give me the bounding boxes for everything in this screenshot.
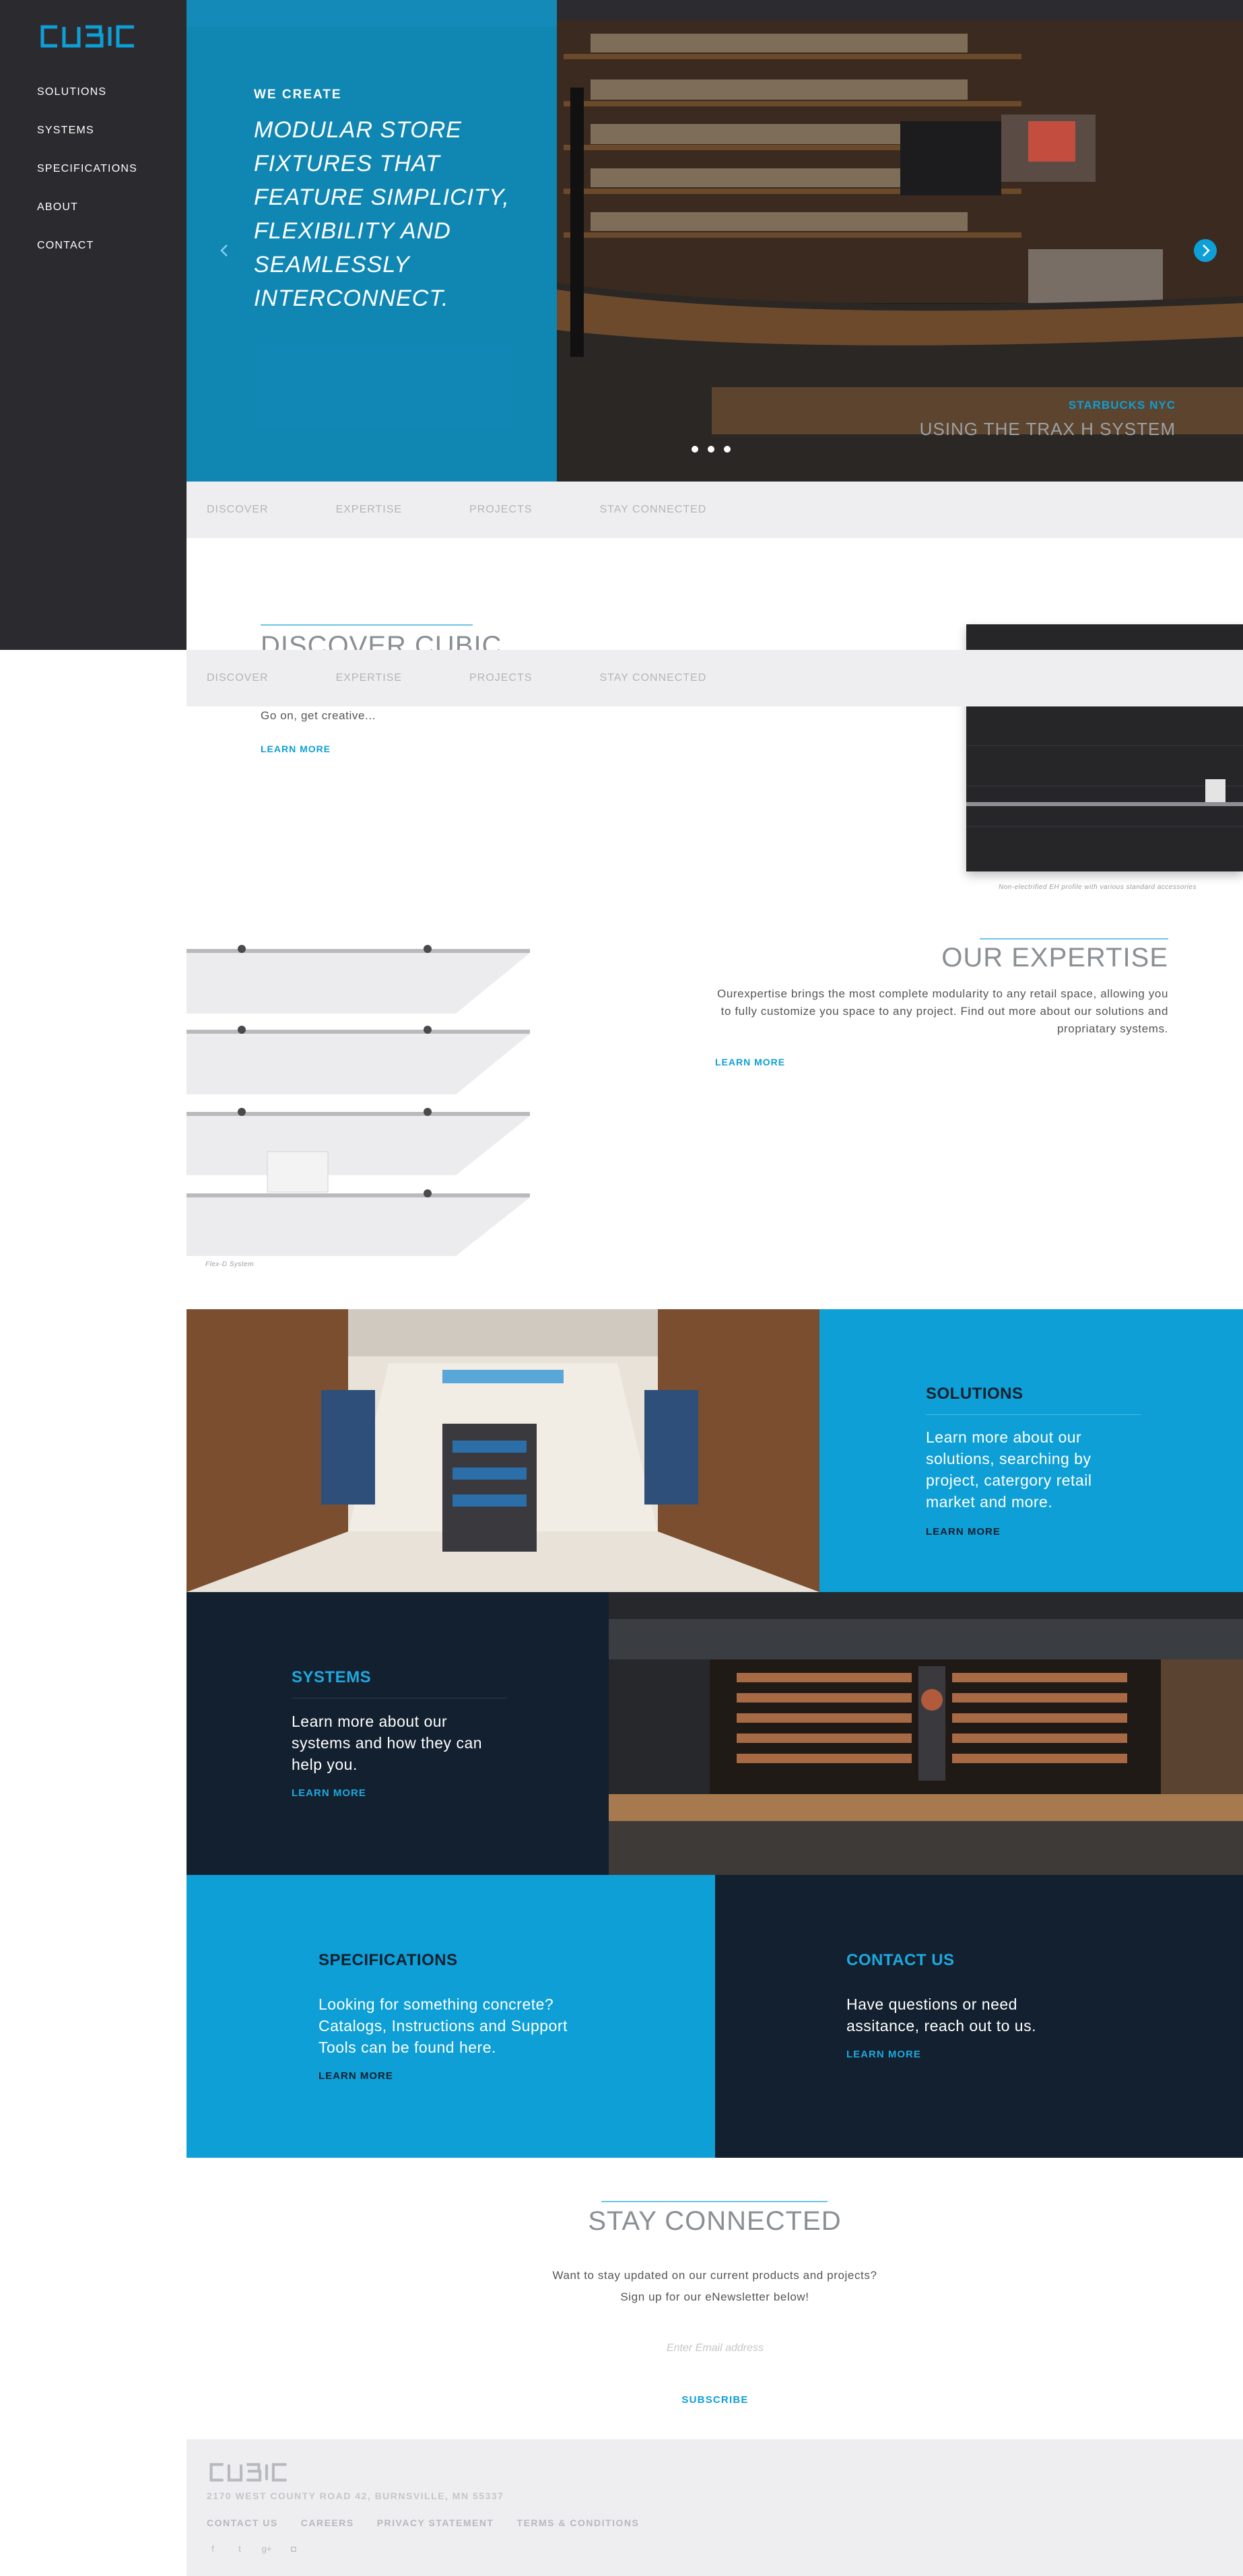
expertise-photo-caption: Flex-D System [205,1261,255,1268]
systems-title: SYSTEMS [292,1668,372,1686]
expertise-learn-more-link[interactable]: LEARN MORE [715,1057,785,1067]
newsletter-email-input[interactable] [570,2332,860,2365]
slider-dot[interactable] [724,446,731,453]
slider-dot[interactable] [692,446,698,453]
instagram-icon[interactable]: ◘ [288,2542,300,2554]
contact-body: Have questions or need assitance, reach … [846,1995,1036,2035]
specifications-body: Looking for something concrete? Catalogs… [318,1995,568,2056]
expertise-shelves-photo [187,939,530,1263]
nav-item-solutions[interactable]: SOLUTIONS [37,86,137,125]
solutions-tile[interactable]: SOLUTIONS Learn more about our solutions… [819,1309,1243,1592]
contact-learn-more-link[interactable]: LEARN MORE [846,2049,921,2060]
footer-link-privacy-statement[interactable]: PRIVACY STATEMENT [377,2517,494,2528]
contact-title: CONTACT US [846,1951,955,1969]
solutions-learn-more-link[interactable]: LEARN MORE [926,1526,1001,1538]
specifications-title: SPECIFICATIONS [318,1951,458,1969]
sticky-nav-projects[interactable]: PROJECTS [469,672,532,684]
hero-caption-title: STARBUCKS NYC [1068,399,1176,411]
stay-connected-title: STAY CONNECTED [588,2206,842,2236]
sticky-nav-discover[interactable]: DISCOVER [207,672,269,684]
main-nav: SOLUTIONS SYSTEMS SPECIFICATIONS ABOUT C… [37,86,137,278]
discover-body: Go on, get creative... [261,709,376,722]
systems-store-photo [609,1592,1243,1875]
expertise-body: Ourexpertise brings the most complete mo… [717,987,1168,1035]
footer-address: 2170 WEST COUNTY ROAD 42, BURNSVILLE, MN… [207,2490,504,2501]
twitter-icon[interactable]: t [234,2542,246,2554]
cubic-logo[interactable] [37,23,152,50]
discover-learn-more-link[interactable]: LEARN MORE [261,744,331,754]
sticky-section-nav: DISCOVER EXPERTISE PROJECTS STAY CONNECT… [187,650,1243,706]
section-nav: DISCOVER EXPERTISE PROJECTS STAY CONNECT… [187,482,1243,538]
slider-next-button[interactable] [1194,239,1217,262]
nav-item-about[interactable]: ABOUT [37,201,137,240]
slider-prev-button[interactable] [213,239,236,262]
solutions-store-photo [187,1309,819,1592]
systems-learn-more-link[interactable]: LEARN MORE [292,1787,366,1799]
nav-item-specifications[interactable]: SPECIFICATIONS [37,163,137,201]
footer-links: CONTACT US CAREERS PRIVACY STATEMENT TER… [207,2517,639,2528]
sticky-nav-stay-connected[interactable]: STAY CONNECTED [599,672,706,684]
footer-cubic-logo[interactable] [207,2461,301,2484]
hero-title: MODULAR STORE FIXTURES THAT FEATURE SIMP… [254,117,510,311]
nav-item-contact[interactable]: CONTACT [37,240,137,278]
hero-caption-subtitle: USING THE TRAX H SYSTEM [919,419,1176,439]
slider-dots [692,446,731,453]
hero-kicker: WE CREATE [254,88,342,102]
expertise-rule [980,938,1168,939]
contact-tile[interactable]: CONTACT US Have questions or need assita… [715,1875,1243,2158]
discover-rule [261,624,473,626]
specifications-tile[interactable]: SPECIFICATIONS Looking for something con… [187,1875,715,2158]
systems-tile[interactable]: SYSTEMS Learn more about our systems and… [187,1592,609,1875]
footer: 2170 WEST COUNTY ROAD 42, BURNSVILLE, MN… [187,2439,1243,2576]
nav-item-systems[interactable]: SYSTEMS [37,125,137,163]
footer-link-careers[interactable]: CAREERS [301,2517,354,2528]
systems-body: Learn more about our systems and how the… [292,1713,483,1773]
footer-link-terms-conditions[interactable]: TERMS & CONDITIONS [517,2517,640,2528]
specifications-learn-more-link[interactable]: LEARN MORE [318,2070,393,2082]
expertise-title: OUR EXPERTISE [941,943,1168,972]
stay-connected-line1: Want to stay updated on our current prod… [552,2269,877,2282]
sidebar: SOLUTIONS SYSTEMS SPECIFICATIONS ABOUT C… [0,0,187,650]
solutions-rule [926,1414,1141,1415]
footer-link-contact-us[interactable]: CONTACT US [207,2517,278,2528]
google-plus-icon[interactable]: g+ [261,2542,273,2554]
section-nav-projects[interactable]: PROJECTS [469,504,532,516]
facebook-icon[interactable]: f [207,2542,219,2554]
solutions-title: SOLUTIONS [926,1385,1023,1403]
stay-connected-line2: Sign up for our eNewsletter below! [620,2290,809,2303]
slider-dot[interactable] [708,446,714,453]
chevron-left-icon [220,244,228,257]
chevron-right-icon [1203,244,1210,257]
stay-connected-rule [601,2201,828,2202]
sticky-nav-expertise[interactable]: EXPERTISE [336,672,403,684]
section-nav-discover[interactable]: DISCOVER [207,504,269,516]
subscribe-button[interactable]: SUBSCRIBE [648,2389,782,2410]
section-nav-stay-connected[interactable]: STAY CONNECTED [599,504,706,516]
hero-slider: WE CREATE MODULAR STORE FIXTURES THAT FE… [187,0,1243,482]
discover-photo-caption: Non-electrified EH profile with various … [999,884,1197,891]
section-nav-expertise[interactable]: EXPERTISE [336,504,403,516]
social-links: f t g+ ◘ [207,2542,300,2554]
solutions-body: Learn more about our solutions, searchin… [926,1428,1092,1511]
